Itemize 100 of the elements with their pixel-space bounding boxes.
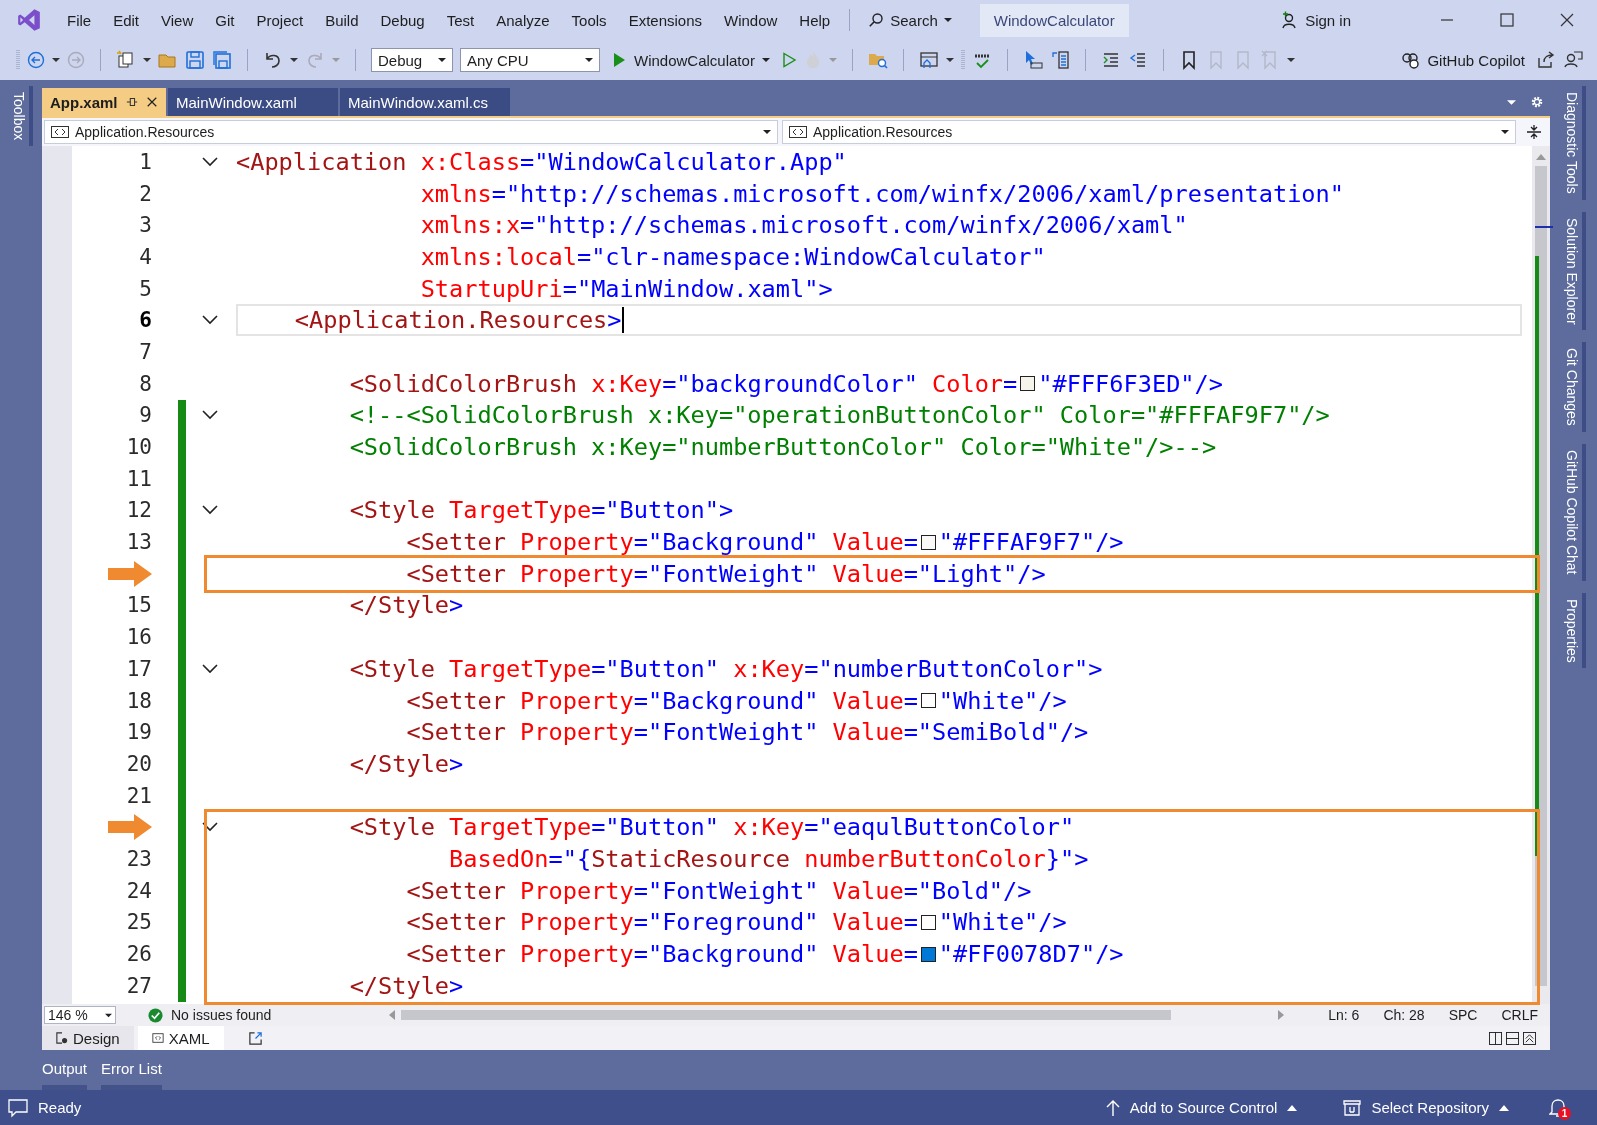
back-icon[interactable] xyxy=(27,51,45,69)
menu-item[interactable]: Window xyxy=(713,7,789,33)
member-dropdown[interactable]: Application.Resources xyxy=(782,120,1516,144)
close-icon[interactable] xyxy=(145,96,158,108)
menu-item[interactable]: Git xyxy=(204,7,246,33)
menu-item[interactable]: Debug xyxy=(369,7,436,33)
view-tab[interactable]: XAML xyxy=(137,1026,224,1050)
menu-item[interactable]: Test xyxy=(435,7,486,33)
search-button[interactable]: Search xyxy=(858,7,962,33)
menu-item[interactable]: Help xyxy=(788,7,842,33)
caret-icon[interactable] xyxy=(945,56,954,64)
document-tab[interactable]: App.xaml xyxy=(42,88,166,116)
menu-item[interactable]: File xyxy=(56,7,103,33)
collapse-icon[interactable] xyxy=(202,410,218,421)
horizontal-split-icon[interactable] xyxy=(1506,1031,1519,1045)
settings-icon[interactable] xyxy=(1530,95,1544,109)
undo-icon[interactable] xyxy=(263,50,283,70)
vertical-split-icon[interactable] xyxy=(1489,1031,1502,1045)
line-number: 4 xyxy=(139,244,152,269)
line-number: 21 xyxy=(126,783,152,808)
popout-icon[interactable] xyxy=(247,1030,263,1046)
collapse-icon[interactable] xyxy=(202,156,218,167)
start-button[interactable]: WindowCalculator xyxy=(607,49,774,71)
save-all-icon[interactable] xyxy=(212,50,232,70)
xml-tag: <Setter xyxy=(236,908,506,937)
message-icon[interactable] xyxy=(8,1097,28,1118)
attribute-value: = xyxy=(903,686,918,715)
collapse-pane-icon[interactable] xyxy=(1523,1031,1536,1045)
share-icon[interactable] xyxy=(1536,50,1556,70)
xml-tag: <Style xyxy=(236,496,435,525)
attribute-name: Value xyxy=(831,940,904,969)
menu-item[interactable]: View xyxy=(150,7,205,33)
xml-tag: </Style xyxy=(236,591,450,620)
caret-icon[interactable] xyxy=(143,56,151,64)
menu-item[interactable]: Edit xyxy=(102,7,151,33)
caret-icon[interactable] xyxy=(290,56,298,64)
side-tab[interactable]: GitHub Copilot Chat xyxy=(1561,444,1586,581)
collapse-icon[interactable] xyxy=(202,505,218,516)
attribute-name: Property xyxy=(519,559,634,588)
save-icon[interactable] xyxy=(185,50,205,70)
side-tab[interactable]: Toolbox xyxy=(9,86,33,147)
select-repository-button[interactable]: Select Repository xyxy=(1337,1097,1515,1118)
split-icon[interactable] xyxy=(1526,124,1542,140)
document-tab[interactable]: MainWindow.xaml xyxy=(168,88,338,116)
menu-item[interactable]: Project xyxy=(245,7,315,33)
play-icon[interactable] xyxy=(780,52,797,68)
menu-item[interactable]: Build xyxy=(314,7,370,33)
xml-tag: <Application xyxy=(236,147,407,176)
pin-icon[interactable] xyxy=(125,96,138,108)
side-tab[interactable]: Properties xyxy=(1561,592,1586,669)
line-indicator[interactable]: Ln: 6 xyxy=(1328,1007,1360,1023)
indent-indicator[interactable]: SPC xyxy=(1448,1007,1478,1023)
new-item-icon[interactable] xyxy=(116,50,136,70)
attribute-value: ="http://schemas.microsoft.com/winfx/2006/xaml/presentation" xyxy=(491,179,1344,208)
configuration-dropdown[interactable]: Debug xyxy=(371,48,453,72)
side-tab[interactable]: Git Changes xyxy=(1561,342,1586,433)
maximize-icon[interactable] xyxy=(1500,13,1514,27)
copilot-button[interactable]: GitHub Copilot xyxy=(1396,48,1529,72)
column-indicator[interactable]: Ch: 28 xyxy=(1383,1007,1425,1023)
menu-item[interactable]: Analyze xyxy=(485,7,561,33)
attribute-name: Value xyxy=(831,559,904,588)
issues-text[interactable]: No issues found xyxy=(171,1007,272,1023)
attribute-value: = xyxy=(903,528,918,557)
view-tab[interactable]: Design xyxy=(42,1026,134,1050)
attribute-name: xmlns xyxy=(419,179,492,208)
line-ending-indicator[interactable]: CRLF xyxy=(1501,1007,1538,1023)
caret-icon[interactable] xyxy=(1507,97,1516,107)
sign-in-button[interactable]: Sign in xyxy=(1275,10,1357,30)
attribute-value: = xyxy=(903,940,918,969)
line-number: 8 xyxy=(139,371,152,396)
caret-icon[interactable] xyxy=(52,56,60,64)
caret-icon[interactable] xyxy=(1286,56,1295,64)
collapse-icon[interactable] xyxy=(202,315,218,326)
side-tab[interactable]: Diagnostic Tools xyxy=(1561,86,1586,200)
line-number: 7 xyxy=(139,339,152,364)
tag-bracket: > xyxy=(1074,844,1089,873)
outdent-icon[interactable] xyxy=(1127,50,1148,70)
menu-item[interactable]: Extensions xyxy=(617,7,713,33)
window-icon[interactable] xyxy=(918,50,939,70)
line-number: 2 xyxy=(139,181,152,206)
scope-dropdown[interactable]: Application.Resources xyxy=(44,120,778,144)
xml-tag: <Setter xyxy=(236,528,506,557)
code-icon xyxy=(789,126,807,138)
xml-tag: StaticResource xyxy=(591,844,790,873)
close-icon[interactable] xyxy=(1560,13,1574,27)
attribute-name: Value xyxy=(831,718,904,747)
zoom-dropdown[interactable]: 146 % xyxy=(44,1006,116,1024)
attribute-value: }" xyxy=(1045,844,1075,873)
feedback-icon[interactable] xyxy=(1563,50,1583,70)
attribute-name: xmlns:x xyxy=(419,211,521,240)
side-tab[interactable]: Solution Explorer xyxy=(1561,211,1586,331)
platform-dropdown[interactable]: Any CPU xyxy=(460,48,600,72)
collapse-icon[interactable] xyxy=(202,663,218,674)
collapse-icon[interactable] xyxy=(202,822,218,833)
menu-item[interactable]: Tools xyxy=(560,7,618,33)
caret-icon xyxy=(763,128,771,136)
columns-icon[interactable] xyxy=(1049,50,1070,70)
scrollbar[interactable] xyxy=(1532,146,1550,1004)
add-to-source-control-button[interactable]: Add to Source Control xyxy=(1099,1097,1304,1118)
document-tab[interactable]: MainWindow.xaml.cs xyxy=(340,88,510,116)
